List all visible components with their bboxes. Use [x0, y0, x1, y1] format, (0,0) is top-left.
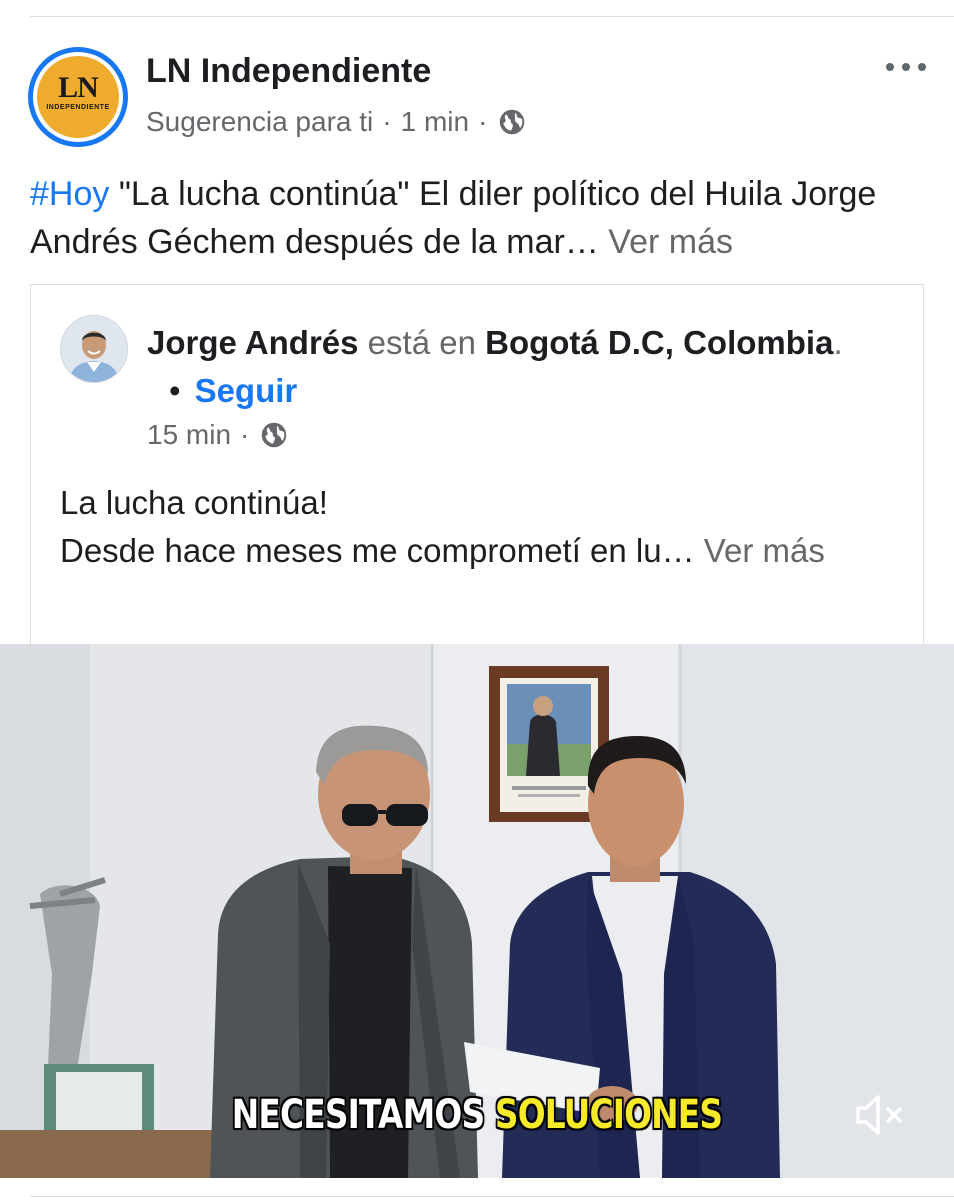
location-link[interactable]: Bogotá D.C, Colombia	[485, 324, 833, 361]
shared-text-line-1: La lucha continúa!	[60, 484, 328, 521]
more-dots-icon[interactable]	[884, 55, 928, 79]
page-name-link[interactable]: LN Independiente	[146, 50, 431, 92]
post-body: "La lucha continúa" El diler político de…	[30, 175, 877, 261]
suggestion-label: Sugerencia para ti	[146, 106, 374, 137]
speaker-muted-icon[interactable]	[852, 1092, 906, 1138]
author-name-link[interactable]: Jorge Andrés	[147, 324, 359, 361]
caption-white-text: NECESITAMOS	[231, 1092, 495, 1138]
shared-post-header: Jorge Andrés está en Bogotá D.C, Colombi…	[147, 319, 867, 415]
meta-separator: ·	[382, 106, 392, 137]
post-text: #Hoy "La lucha continúa" El diler políti…	[30, 170, 930, 266]
follow-button[interactable]: Seguir	[195, 372, 298, 409]
avatar-logo: LN INDEPENDIENTE	[37, 56, 119, 138]
video-caption: NECESITAMOS SOLUCIONES	[86, 1092, 868, 1138]
avatar-logo-subtext: INDEPENDIENTE	[46, 104, 110, 111]
avatar-logo-text: LN	[58, 71, 99, 104]
bottom-divider	[30, 1196, 954, 1197]
see-more-link[interactable]: Ver más	[599, 223, 733, 261]
shared-post-timestamp[interactable]: 15 min	[147, 416, 231, 454]
page-avatar[interactable]: LN INDEPENDIENTE	[28, 47, 128, 147]
shared-see-more-link[interactable]: Ver más	[695, 532, 825, 569]
avatar-ring: LN INDEPENDIENTE	[33, 52, 123, 142]
hashtag-link[interactable]: #Hoy	[30, 175, 109, 213]
location-period: .	[833, 324, 843, 361]
follow-bullet: •	[169, 372, 181, 409]
post-timestamp[interactable]: 1 min	[401, 103, 469, 141]
video-player[interactable]: NECESITAMOS SOLUCIONES	[0, 644, 954, 1178]
author-photo	[61, 316, 127, 382]
checkin-verb: está en	[358, 324, 486, 361]
shared-post-text: La lucha continúa! Desde hace meses me c…	[60, 479, 880, 575]
post-meta: Sugerencia para ti · 1 min ·	[146, 103, 526, 141]
caption-yellow-text: SOLUCIONES	[494, 1092, 723, 1138]
top-divider	[30, 16, 954, 17]
shared-post-meta: 15 min ·	[147, 416, 288, 454]
meta-separator-2: ·	[478, 106, 488, 137]
shared-meta-separator: ·	[240, 419, 250, 450]
author-avatar[interactable]	[60, 315, 128, 383]
shared-text-line-2: Desde hace meses me comprometí en lu…	[60, 532, 695, 569]
globe-icon[interactable]	[260, 421, 288, 449]
globe-icon[interactable]	[498, 108, 526, 136]
shared-post-card[interactable]: Jorge Andrés está en Bogotá D.C, Colombi…	[30, 284, 924, 645]
